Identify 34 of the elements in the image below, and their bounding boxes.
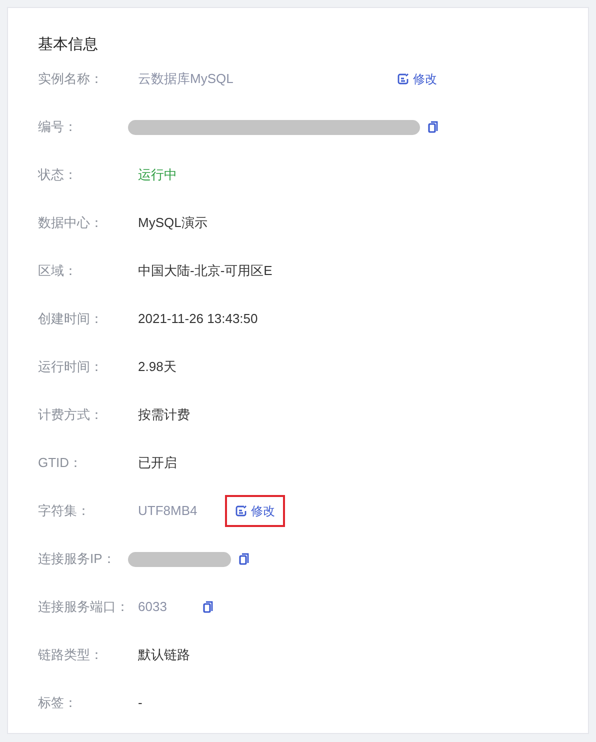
section-title: 基本信息 <box>38 35 99 55</box>
field-label: 编号： <box>38 118 78 136</box>
edit-icon <box>397 73 409 85</box>
copy-icon[interactable] <box>428 121 438 133</box>
field-value: - <box>138 694 142 712</box>
field-value: 2.98天 <box>138 358 176 376</box>
edit-button[interactable]: 修改 <box>397 65 437 93</box>
field-value: 中国大陆-北京-可用区E <box>138 262 272 280</box>
field-label: 实例名称： <box>38 70 104 88</box>
field-value: 运行中 <box>138 166 177 184</box>
edit-icon <box>235 505 248 517</box>
field-label: 计费方式： <box>38 406 104 424</box>
field-label: 链路类型： <box>38 646 104 664</box>
field-label: GTID： <box>38 454 84 472</box>
copy-icon[interactable] <box>202 601 213 613</box>
field-label: 状态： <box>38 166 78 184</box>
field-label: 字符集： <box>38 502 91 520</box>
field-label: 数据中心： <box>38 214 104 232</box>
field-value: 按需计费 <box>138 406 190 424</box>
field-label: 连接服务IP： <box>38 550 116 568</box>
copy-icon[interactable] <box>239 553 249 565</box>
field-label: 创建时间： <box>38 310 104 328</box>
field-value: 2021-11-26 13:43:50 <box>138 310 258 328</box>
field-value: 已开启 <box>138 454 177 472</box>
field-label: 区域： <box>38 262 78 280</box>
field-label: 标签： <box>38 694 78 712</box>
field-value: MySQL演示 <box>138 214 208 232</box>
field-value: 云数据库MySQL <box>138 70 234 88</box>
field-label: 运行时间： <box>38 358 104 376</box>
field-value: 6033 <box>138 598 167 616</box>
field-label: 连接服务端口： <box>38 598 130 616</box>
edit-button[interactable]: 修改 <box>225 495 286 527</box>
field-value: UTF8MB4 <box>138 502 198 520</box>
field-value: 默认链路 <box>138 646 190 664</box>
